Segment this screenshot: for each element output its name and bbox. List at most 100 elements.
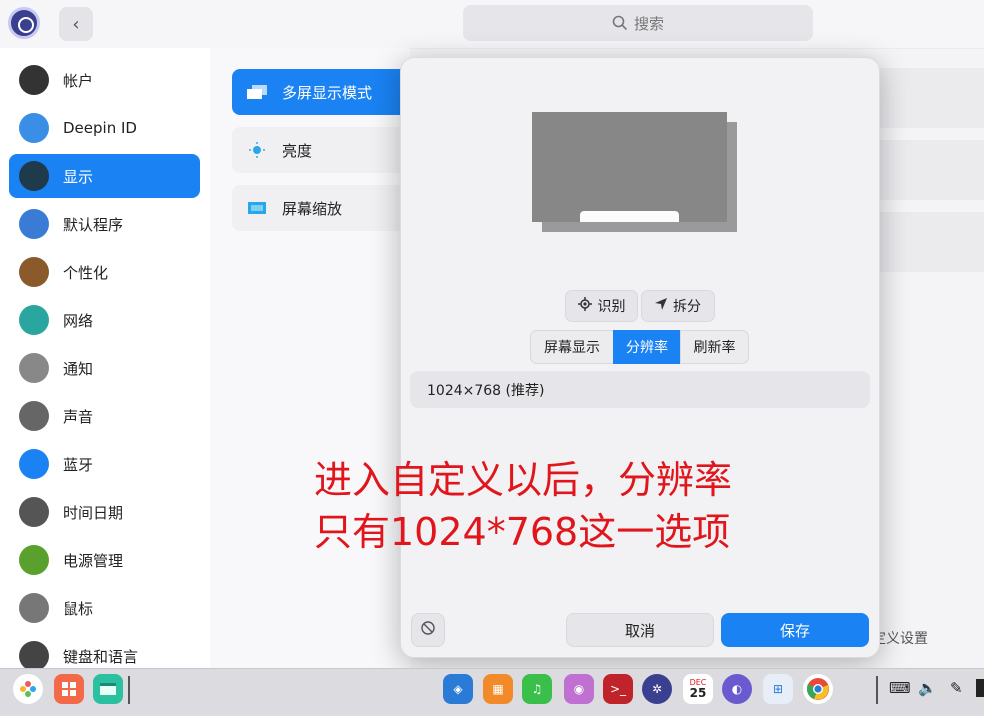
default-apps-icon	[19, 209, 49, 239]
sidebar-item-label: 鼠标	[63, 599, 94, 618]
sidebar-item-user[interactable]: 帐户	[9, 58, 200, 102]
tab-label: 屏幕显示	[544, 340, 600, 356]
sidebar-item-label: 显示	[63, 167, 94, 186]
sidebar-item-label: 网络	[63, 311, 94, 330]
cancel-label: 取消	[624, 621, 655, 640]
file-manager-icon[interactable]	[93, 674, 123, 704]
launcher-icon[interactable]	[13, 674, 43, 704]
settings-row	[880, 140, 984, 200]
send-arrow-icon	[655, 298, 667, 314]
locate-icon	[577, 297, 592, 315]
store-icon[interactable]: ◈	[443, 674, 473, 704]
music-icon[interactable]: ♫	[522, 674, 552, 704]
sidebar-item-label: 通知	[63, 359, 94, 378]
control-center-icon[interactable]: ✲	[642, 674, 672, 704]
monitor-preview-primary[interactable]	[532, 112, 727, 222]
custom-settings-link[interactable]: 定义设置	[872, 628, 928, 648]
tab-refresh-rate[interactable]: 刷新率	[680, 330, 749, 364]
sidebar-item-monitor[interactable]: 显示	[9, 154, 200, 198]
sidebar-item-label: 时间日期	[63, 503, 124, 522]
annotation-line-1: 进入自定义以后，分辨率	[314, 458, 733, 502]
camera-icon[interactable]: ◉	[564, 674, 594, 704]
rotate-icon	[420, 620, 436, 640]
identify-button[interactable]: 识别	[565, 290, 638, 322]
control-center-logo-icon	[8, 7, 40, 39]
sidebar-item-speaker[interactable]: 声音	[9, 394, 200, 438]
calculator-icon[interactable]: ⊞	[763, 674, 793, 704]
search-icon	[612, 15, 628, 31]
calendar-icon[interactable]: DEC 25	[683, 674, 713, 704]
user-icon	[19, 65, 49, 95]
identify-label: 识别	[597, 299, 626, 315]
taskbar-divider	[128, 676, 130, 704]
scale-icon	[248, 202, 266, 214]
sidebar-item-label: 电源管理	[63, 551, 124, 570]
clock-icon	[19, 497, 49, 527]
chevron-left-icon: ‹	[72, 13, 80, 35]
settings-row	[880, 212, 984, 272]
tab-label: 分辨率	[626, 340, 668, 356]
keyboard-icon	[19, 641, 49, 671]
back-button[interactable]: ‹	[59, 7, 93, 41]
sidebar-item-clock[interactable]: 时间日期	[9, 490, 200, 534]
sidebar-item-bell[interactable]: 通知	[9, 346, 200, 390]
save-button[interactable]: 保存	[721, 613, 869, 647]
resolution-option[interactable]: 1024×768 (推荐)	[410, 371, 870, 408]
sidebar-item-battery[interactable]: 电源管理	[9, 538, 200, 582]
multitask-view-icon[interactable]	[54, 674, 84, 704]
battery-icon	[19, 545, 49, 575]
split-button[interactable]: 拆分	[641, 290, 715, 322]
volume-icon[interactable]: 🔈	[918, 679, 937, 697]
submenu-item-label: 亮度	[282, 141, 313, 160]
chrome-icon[interactable]	[803, 674, 833, 704]
submenu-item-scale[interactable]: 屏幕缩放	[232, 185, 407, 231]
save-label: 保存	[779, 621, 810, 640]
search-input[interactable]: 搜索	[463, 5, 813, 41]
submenu-item-multi-screen[interactable]: 多屏显示模式	[232, 69, 407, 115]
sidebar-item-default-apps[interactable]: 默认程序	[9, 202, 200, 246]
tab-screen-display[interactable]: 屏幕显示	[530, 330, 614, 364]
multi-screen-icon	[247, 85, 267, 99]
keyboard-icon[interactable]: ⌨	[889, 679, 911, 697]
pen-icon[interactable]: ✎	[950, 679, 963, 697]
right-settings-panel	[880, 60, 984, 660]
taskbar-divider	[876, 676, 878, 704]
submenu-item-brightness[interactable]: 亮度	[232, 127, 407, 173]
cloud-icon	[19, 113, 49, 143]
search-placeholder: 搜索	[633, 14, 664, 33]
speaker-icon	[19, 401, 49, 431]
sidebar-item-bluetooth[interactable]: 蓝牙	[9, 442, 200, 486]
network-icon	[19, 305, 49, 335]
sidebar-item-mouse[interactable]: 鼠标	[9, 586, 200, 630]
browser-swirl-icon[interactable]: ◐	[722, 674, 752, 704]
battery-tray-icon[interactable]	[976, 679, 984, 697]
mouse-icon	[19, 593, 49, 623]
monitor-dock-bar	[580, 211, 679, 222]
rotate-button[interactable]	[411, 613, 445, 647]
sidebar-item-palette[interactable]: 个性化	[9, 250, 200, 294]
submenu-item-label: 多屏显示模式	[282, 83, 373, 102]
annotation-line-2: 只有1024*768这一选项	[314, 510, 731, 554]
sidebar-item-cloud[interactable]: Deepin ID	[9, 106, 200, 150]
tab-resolution[interactable]: 分辨率	[613, 330, 681, 364]
sidebar-item-label: 键盘和语言	[63, 647, 139, 666]
split-label: 拆分	[673, 299, 701, 315]
bell-icon	[19, 353, 49, 383]
calendar-day: 25	[689, 686, 707, 700]
settings-row	[880, 68, 984, 128]
brightness-icon	[249, 142, 265, 158]
terminal-icon[interactable]: >_	[603, 674, 633, 704]
app-store-bag-icon[interactable]: ▦	[483, 674, 513, 704]
resolution-option-label: 1024×768 (推荐)	[427, 382, 545, 399]
sidebar-item-label: Deepin ID	[63, 119, 137, 137]
sidebar-item-label: 个性化	[63, 263, 109, 282]
cancel-button[interactable]: 取消	[566, 613, 714, 647]
submenu-item-label: 屏幕缩放	[282, 199, 343, 218]
palette-icon	[19, 257, 49, 287]
sidebar-item-label: 默认程序	[63, 215, 124, 234]
sidebar-item-label: 声音	[63, 407, 94, 426]
sidebar-item-label: 蓝牙	[63, 455, 94, 474]
monitor-icon	[19, 161, 49, 191]
tab-label: 刷新率	[693, 340, 736, 356]
sidebar-item-network[interactable]: 网络	[9, 298, 200, 342]
